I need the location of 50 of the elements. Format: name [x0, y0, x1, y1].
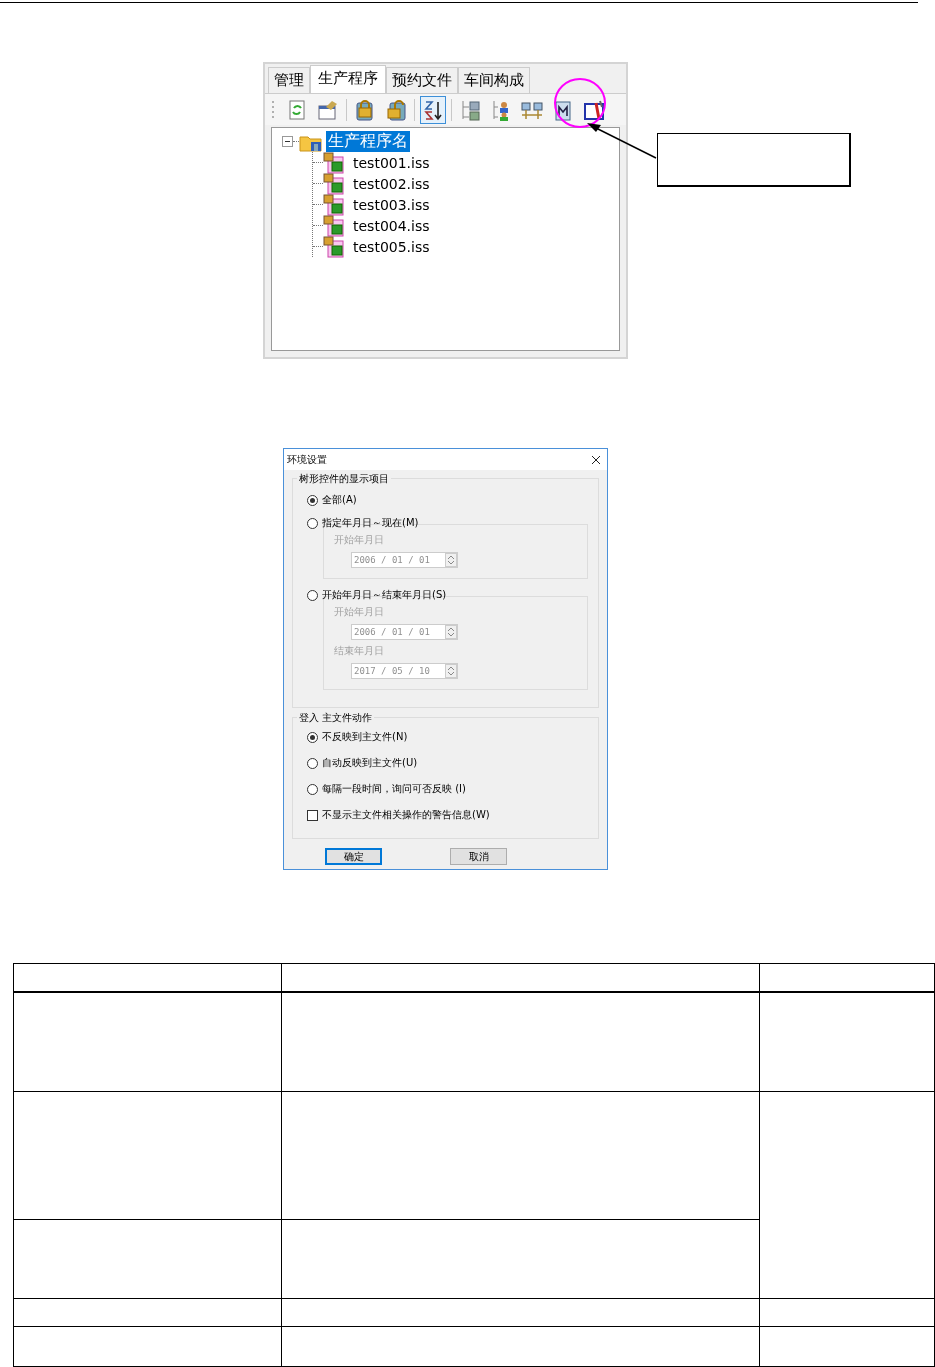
arrow — [586, 122, 658, 160]
date-label: 结束年月日 — [334, 644, 385, 658]
tab[interactable]: 预约文件 — [386, 67, 458, 93]
program-file-icon — [323, 172, 345, 195]
tree-item[interactable]: test003.iss — [351, 196, 432, 213]
date-label: 开始年月日 — [334, 533, 385, 547]
radio-button[interactable] — [307, 589, 318, 601]
group-label: 登入 主文件动作 — [297, 711, 375, 725]
dialog-title: 环境设置 — [287, 452, 327, 467]
tree-item[interactable]: test001.iss — [351, 154, 432, 171]
radio-button[interactable] — [307, 494, 318, 506]
settings-icon — [583, 98, 605, 121]
radio-button[interactable] — [307, 517, 318, 529]
option-label: 自动反映到主文件(U) — [322, 756, 418, 770]
tree-icon — [459, 98, 481, 121]
tab[interactable]: 车间构成 — [458, 67, 530, 93]
unlock-icon — [385, 98, 407, 121]
ok-button[interactable]: 确定 — [325, 848, 382, 865]
option-label: 不显示主文件相关操作的警告信息(W) — [322, 808, 490, 822]
radio-button[interactable] — [307, 757, 318, 769]
option-label: 不反映到主文件(N) — [322, 730, 408, 744]
tree-item[interactable]: test005.iss — [351, 238, 432, 255]
refresh-icon — [286, 98, 308, 121]
tree-item[interactable]: test004.iss — [351, 217, 432, 234]
document-icon — [552, 98, 574, 121]
option-label: 开始年月日～结束年月日(S) — [322, 588, 447, 602]
radio-button[interactable] — [307, 783, 318, 795]
radio-button[interactable] — [307, 731, 318, 743]
tab[interactable]: 生产程序 — [310, 65, 386, 94]
group-label: 树形控件的显示项目 — [297, 472, 391, 486]
program-file-icon — [323, 151, 345, 174]
toolbar-button[interactable] — [420, 95, 446, 124]
option-label: 每隔一段时间，询问可否反映 (I) — [322, 782, 466, 796]
cancel-button[interactable]: 取消 — [450, 848, 507, 865]
properties-icon — [317, 98, 339, 121]
tree-item[interactable]: test002.iss — [351, 175, 432, 192]
program-file-icon — [323, 235, 345, 258]
tree-item[interactable]: 生产程序名 — [326, 131, 410, 152]
program-file-icon — [323, 214, 345, 237]
lock-icon — [354, 98, 376, 121]
option-label: 全部(A) — [322, 493, 357, 507]
checkbox[interactable] — [307, 809, 318, 821]
program-file-icon — [323, 193, 345, 216]
close-icon[interactable] — [591, 454, 601, 465]
highlight-circle-overlay — [553, 77, 607, 129]
option-label: 指定年月日～现在(M) — [322, 516, 419, 530]
date-label: 开始年月日 — [334, 605, 385, 619]
sort-icon — [422, 98, 444, 121]
collapse-icon[interactable] — [282, 136, 293, 147]
tab[interactable]: 管理 — [268, 67, 310, 93]
